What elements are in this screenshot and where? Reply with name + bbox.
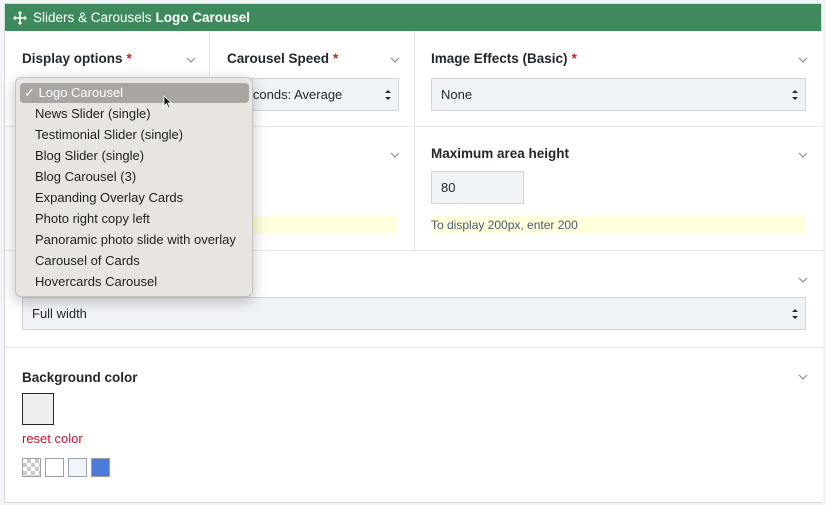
dropdown-option[interactable]: Expanding Overlay Cards bbox=[20, 188, 249, 208]
dropdown-option[interactable]: Photo right copy left bbox=[20, 209, 249, 229]
dropdown-option[interactable]: Carousel of Cards bbox=[20, 251, 249, 271]
select-arrows-icon bbox=[384, 88, 392, 102]
dropdown-option[interactable]: ✓ Logo Carousel bbox=[20, 83, 249, 103]
header-title: Logo Carousel bbox=[155, 10, 251, 25]
color-picker-swatch[interactable] bbox=[22, 393, 54, 425]
dropdown-option[interactable]: Testimonial Slider (single) bbox=[20, 125, 249, 145]
display-options-label: Display options * bbox=[22, 51, 132, 66]
carousel-speed-label: Carousel Speed * bbox=[227, 51, 339, 66]
image-effects-panel: Image Effects (Basic) * None bbox=[415, 31, 823, 127]
chevron-down-icon[interactable] bbox=[798, 372, 808, 382]
dropdown-option[interactable]: Blog Carousel (3) bbox=[20, 167, 249, 187]
image-effects-select[interactable]: None bbox=[431, 78, 806, 111]
swatch-white[interactable] bbox=[45, 458, 64, 477]
image-effects-label: Image Effects (Basic) * bbox=[431, 51, 577, 66]
width-value: Full width bbox=[32, 306, 87, 321]
background-color-panel: Background color reset color bbox=[5, 348, 823, 502]
chevron-down-icon[interactable] bbox=[798, 150, 808, 160]
chevron-down-icon[interactable] bbox=[186, 55, 196, 65]
chevron-down-icon[interactable] bbox=[390, 150, 400, 160]
dropdown-option[interactable]: Panoramic photo slide with overlay bbox=[20, 230, 249, 250]
reset-color-link[interactable]: reset color bbox=[22, 431, 83, 446]
max-height-panel: Maximum area height 80 To display 200px,… bbox=[415, 127, 823, 251]
dropdown-option[interactable]: Hovercards Carousel bbox=[20, 272, 249, 292]
swatch-blue[interactable] bbox=[91, 458, 110, 477]
move-icon[interactable] bbox=[13, 10, 27, 25]
background-color-label: Background color bbox=[22, 370, 138, 385]
select-arrows-icon bbox=[791, 307, 799, 321]
chevron-down-icon[interactable] bbox=[798, 275, 808, 285]
header-prefix: Sliders & Carousels bbox=[33, 10, 152, 25]
mouse-cursor-icon bbox=[163, 95, 173, 109]
swatch-light-blue[interactable] bbox=[68, 458, 87, 477]
display-options-dropdown[interactable]: ✓ Logo Carousel News Slider (single) Tes… bbox=[15, 77, 253, 297]
block-header[interactable]: Sliders & Carousels Logo Carousel bbox=[5, 4, 821, 31]
max-height-label: Maximum area height bbox=[431, 146, 570, 161]
select-arrows-icon bbox=[791, 88, 799, 102]
image-effects-value: None bbox=[441, 87, 473, 102]
width-select[interactable]: Full width bbox=[22, 297, 806, 330]
max-height-hint: To display 200px, enter 200 bbox=[431, 216, 806, 234]
swatch-transparent[interactable] bbox=[22, 458, 41, 477]
dropdown-option[interactable]: News Slider (single) bbox=[20, 104, 249, 124]
max-height-input[interactable]: 80 bbox=[431, 171, 524, 204]
dropdown-option[interactable]: Blog Slider (single) bbox=[20, 146, 249, 166]
chevron-down-icon[interactable] bbox=[798, 55, 808, 65]
chevron-down-icon[interactable] bbox=[390, 55, 400, 65]
